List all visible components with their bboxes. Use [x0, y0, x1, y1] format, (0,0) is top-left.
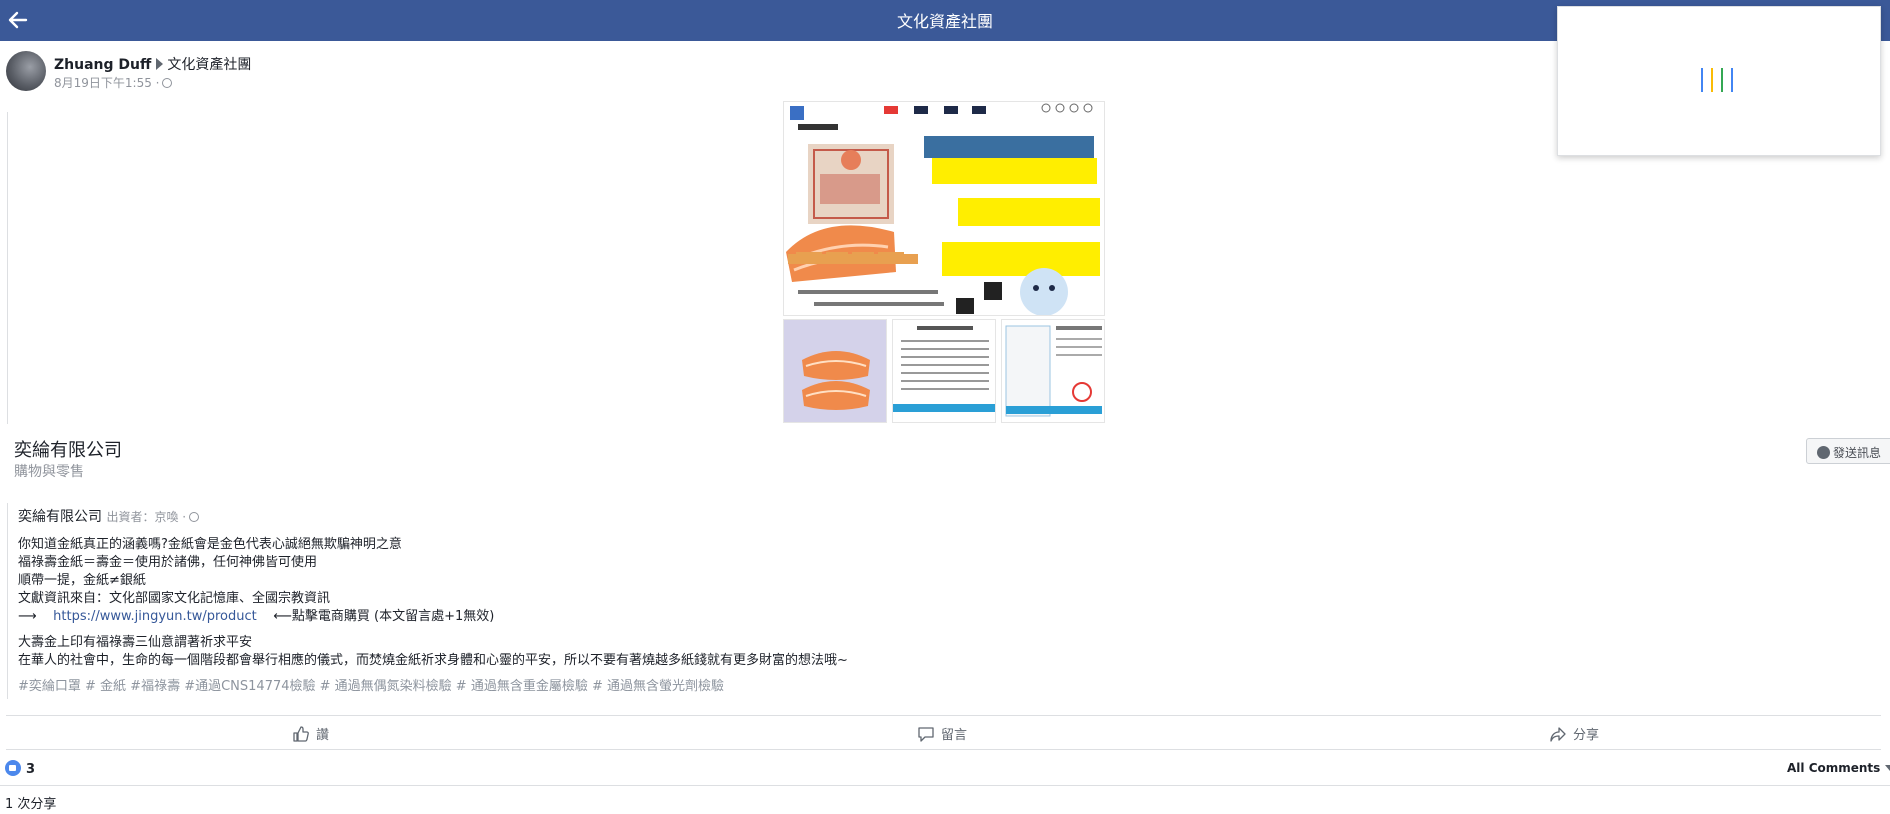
globe-icon	[162, 78, 173, 88]
divider	[7, 112, 8, 424]
body-line: 福祿壽金紙＝壽金＝使用於諸佛，任何神佛皆可使用	[18, 555, 318, 570]
thumb-certificate[interactable]	[1001, 319, 1105, 423]
comment-icon	[918, 727, 934, 742]
send-message-label: 發送訊息	[1833, 446, 1882, 460]
messenger-icon	[1817, 446, 1830, 459]
comment-sort-label: All Comments	[1787, 761, 1881, 775]
reaction-summary[interactable]: 3	[5, 760, 35, 777]
send-message-button[interactable]: 發送訊息	[1806, 438, 1890, 464]
thumb-masks[interactable]	[783, 319, 887, 423]
page-name[interactable]: 奕綸有限公司	[14, 436, 122, 462]
comment-sort-dropdown[interactable]: All Comments	[1787, 761, 1890, 775]
like-label: 讚	[316, 728, 330, 743]
body-line: 順帶一提，金紙≠銀紙	[18, 573, 146, 588]
like-button[interactable]: 讚	[292, 724, 329, 743]
globe-icon	[189, 512, 200, 522]
link-suffix: ⟵點擊電商購買 (本文留言處+1無效)	[273, 609, 495, 624]
chevron-down-icon	[1885, 765, 1890, 771]
loading-spinner-icon	[1701, 68, 1741, 94]
like-reaction-icon	[5, 760, 21, 776]
action-bar: 讚 留言 分享	[6, 715, 1881, 750]
post-meta: 8月19日下午1:55 ·	[54, 74, 173, 91]
thumb-test-report[interactable]	[892, 319, 996, 423]
avatar[interactable]	[6, 51, 46, 91]
post-timestamp[interactable]: 8月19日下午1:55 ·	[54, 76, 159, 90]
page-category: 購物與零售	[14, 464, 84, 480]
body-line: 大壽金上印有福祿壽三仙意謂著祈求平安	[18, 635, 253, 650]
post-body: 你知道金紙真正的涵義嗎?金紙會是金色代表心誠絕無欺騙神明之意 福祿壽金紙＝壽金＝…	[18, 536, 848, 696]
divider	[7, 503, 8, 699]
author-name[interactable]: Zhuang Duff	[54, 57, 151, 73]
body-line: 在華人的社會中，生命的每一個階段都會舉行相應的儀式，而焚燒金紙祈求身體和心靈的平…	[18, 653, 848, 668]
arrow-right-glyph: ⟶	[18, 609, 37, 624]
body-line: 你知道金紙真正的涵義嗎?金紙會是金色代表心誠絕無欺騙神明之意	[18, 537, 402, 552]
comment-button[interactable]: 留言	[917, 724, 967, 743]
group-link[interactable]: 文化資產社團	[167, 57, 251, 73]
link-line: ⟶ https://www.jingyun.tw/product ⟵點擊電商購買…	[18, 608, 848, 626]
share-icon	[1550, 727, 1566, 742]
main-photo[interactable]	[783, 101, 1105, 316]
hashtag-list[interactable]: #奕綸口罩 # 金紙 #福祿壽 #通過CNS14774檢驗 # 通過無偶氮染料檢…	[18, 678, 848, 696]
thumbs-up-icon	[293, 726, 309, 742]
share-button[interactable]: 分享	[1549, 724, 1599, 743]
loading-panel	[1557, 6, 1881, 156]
shared-post-header: 奕綸有限公司 出資者：京喚 ·	[18, 506, 200, 526]
sponsor-text: 出資者：京喚 ·	[106, 510, 187, 524]
body-line: 文獻資訊來自：文化部國家文化記憶庫、全國宗教資訊	[18, 591, 331, 606]
post-header: Zhuang Duff 文化資產社團	[54, 54, 251, 74]
photo-grid	[783, 101, 1105, 423]
share-count[interactable]: 1 次分享	[5, 793, 56, 812]
caret-right-icon	[156, 58, 164, 70]
product-link[interactable]: https://www.jingyun.tw/product	[53, 609, 257, 624]
share-label: 分享	[1573, 728, 1600, 743]
shared-page-name[interactable]: 奕綸有限公司	[18, 509, 102, 525]
reaction-count: 3	[26, 762, 36, 777]
comment-label: 留言	[941, 728, 968, 743]
divider	[0, 785, 1890, 786]
